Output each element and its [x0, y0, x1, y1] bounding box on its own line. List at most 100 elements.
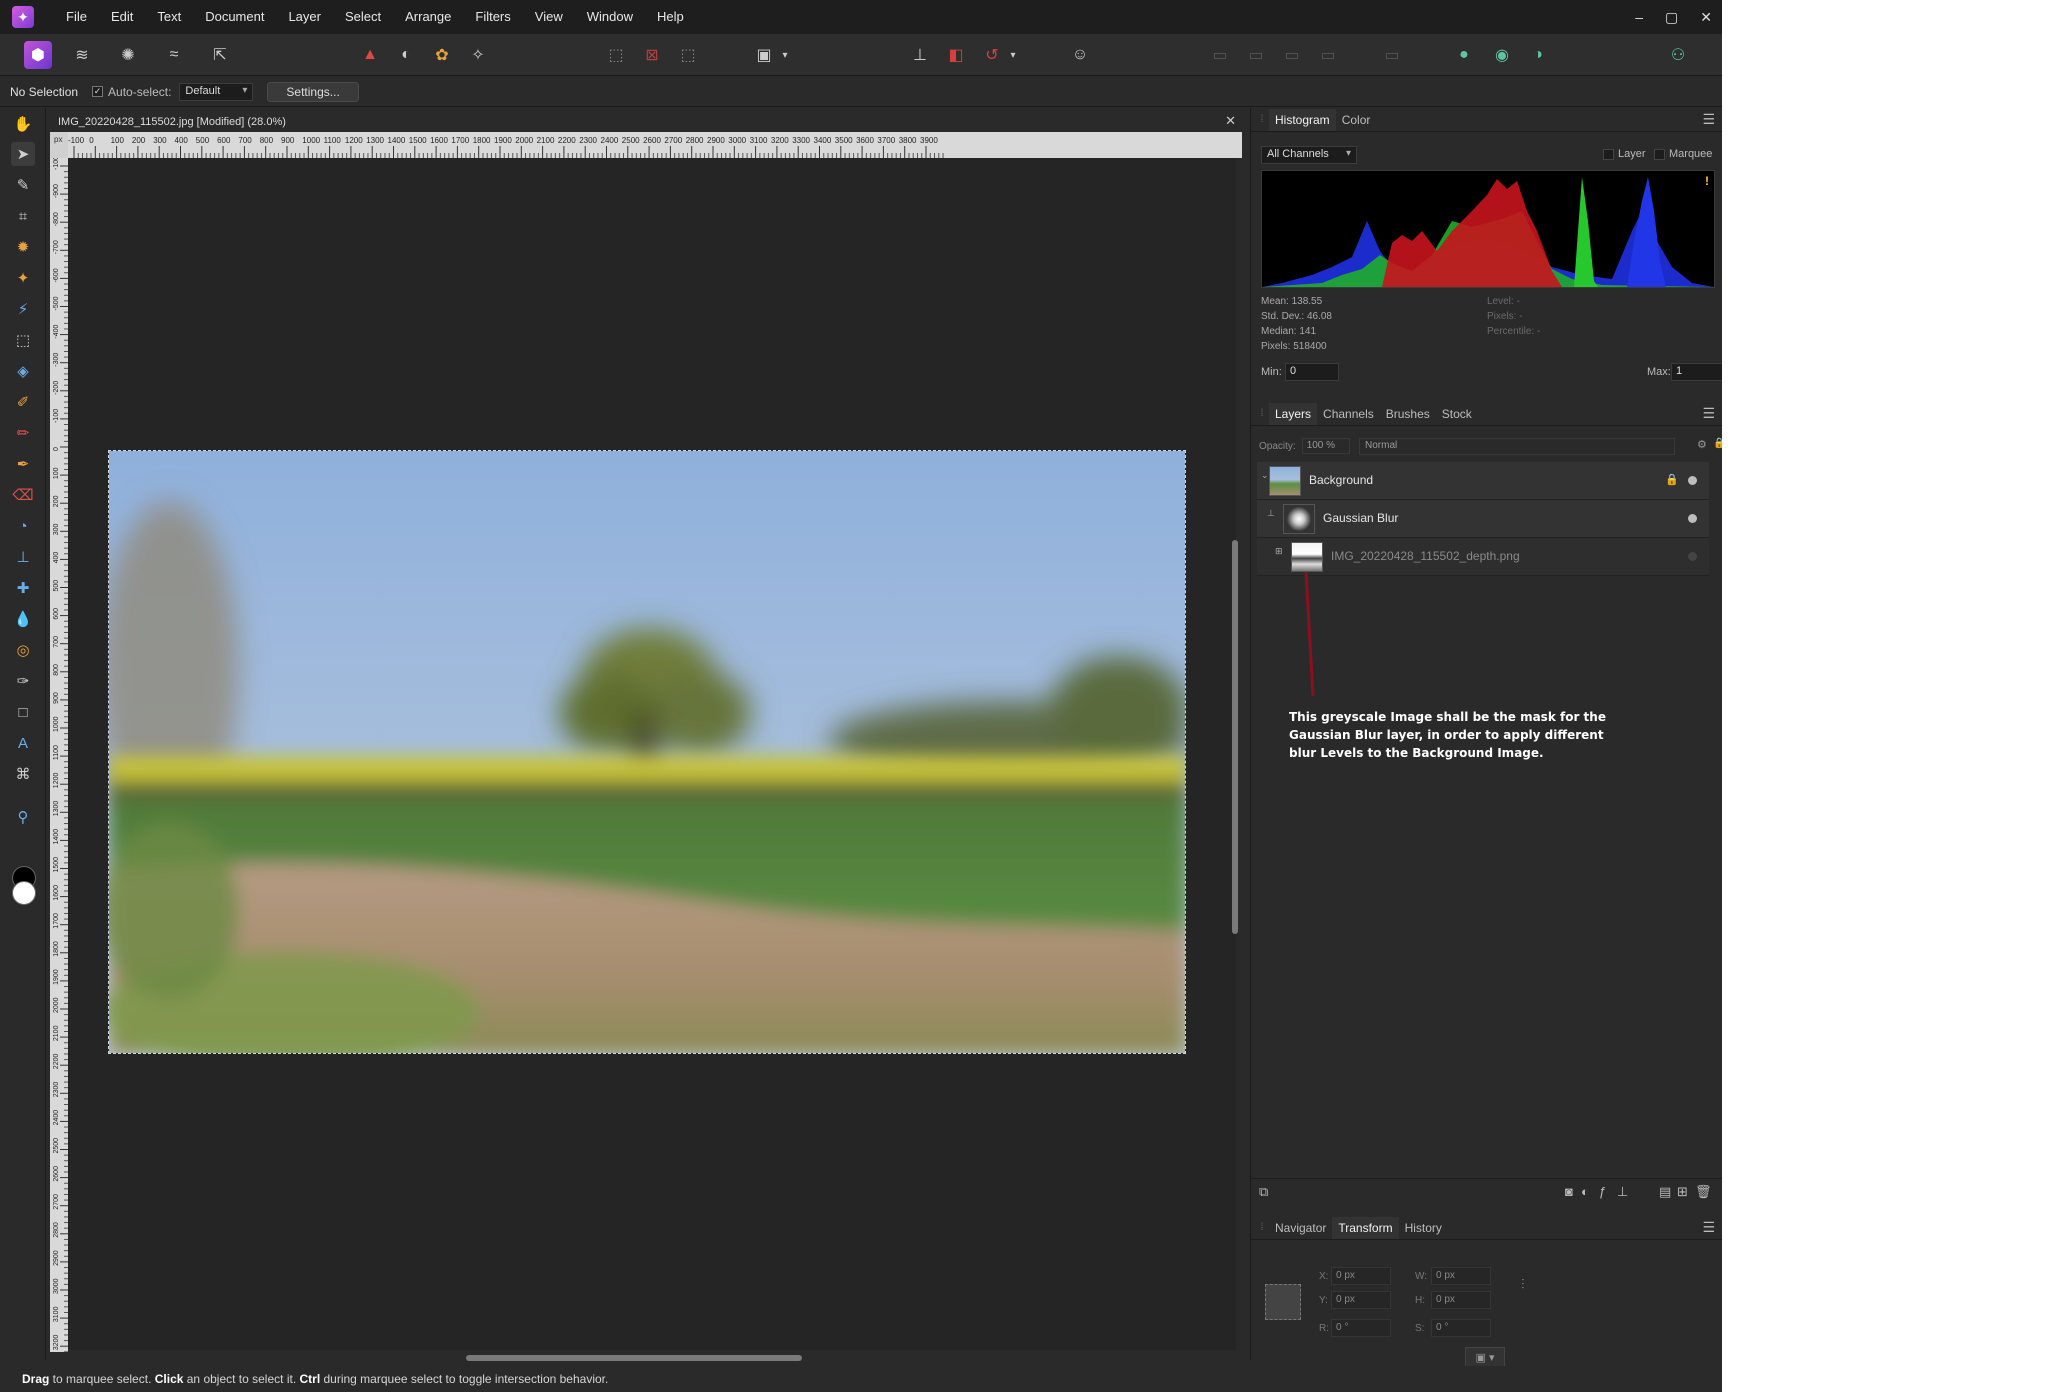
menu-filters[interactable]: Filters: [463, 0, 522, 34]
tab-brushes[interactable]: Brushes: [1380, 403, 1436, 425]
tab-layers[interactable]: Layers: [1269, 402, 1318, 425]
close-icon[interactable]: ✕: [1225, 113, 1236, 129]
boolean-add-icon[interactable]: ●: [1450, 41, 1478, 69]
tab-histogram[interactable]: Histogram: [1269, 108, 1336, 131]
rectangle-tool-icon[interactable]: □: [11, 700, 35, 724]
liquify-persona-icon[interactable]: ≋: [68, 41, 96, 69]
dodge-tool-icon[interactable]: ◔: [11, 514, 35, 538]
panel-menu-icon[interactable]: ☰: [1702, 405, 1715, 422]
menu-view[interactable]: View: [523, 0, 575, 34]
close-window-button[interactable]: ✕: [1700, 9, 1712, 26]
lock-icon[interactable]: 🔒: [1713, 438, 1722, 449]
blur-tool-icon[interactable]: 💧: [11, 607, 35, 631]
layer-options-icon[interactable]: ⧉: [1259, 1184, 1268, 1200]
flood-fill-tool-icon[interactable]: ◈: [11, 359, 35, 383]
menu-edit[interactable]: Edit: [99, 0, 145, 34]
histogram-channel-select[interactable]: All Channels ▾: [1261, 146, 1357, 164]
rotation-input[interactable]: 0 °: [1331, 1319, 1391, 1337]
boolean-intersect-icon[interactable]: ◑: [1524, 41, 1552, 69]
minimize-button[interactable]: –: [1635, 9, 1643, 25]
erase-tool-icon[interactable]: ⌫: [11, 483, 35, 507]
clone-tool-icon[interactable]: ⊥: [11, 545, 35, 569]
menu-arrange[interactable]: Arrange: [393, 0, 463, 34]
tab-transform[interactable]: Transform: [1332, 1216, 1399, 1239]
layer-row[interactable]: ⌄ Background 🔒: [1257, 462, 1709, 500]
shear-input[interactable]: 0 °: [1431, 1319, 1491, 1337]
tab-history[interactable]: History: [1399, 1217, 1448, 1239]
visibility-dot-icon[interactable]: [1688, 514, 1697, 523]
document-tab[interactable]: IMG_20220428_115502.jpg [Modified] (28.0…: [50, 112, 1242, 132]
color-wheel-icon[interactable]: ✿: [428, 41, 456, 69]
text-tool-icon[interactable]: A: [11, 731, 35, 755]
canvas[interactable]: [68, 158, 1236, 1350]
deselect-icon[interactable]: ⊠: [638, 41, 666, 69]
histogram-layer-option[interactable]: Layer: [1603, 148, 1646, 160]
min-input[interactable]: 0: [1285, 363, 1339, 381]
secondary-color-swatch[interactable]: [12, 881, 36, 905]
autoselect-checkbox[interactable]: ✓: [92, 86, 104, 97]
color-picker-tool-icon[interactable]: ✎: [11, 173, 35, 197]
layer-row[interactable]: ⊥ Gaussian Blur: [1257, 500, 1709, 538]
visibility-dot-icon[interactable]: [1688, 552, 1697, 561]
live-filter-icon[interactable]: ⊥: [1617, 1184, 1628, 1200]
expand-icon[interactable]: ⌄: [1261, 470, 1269, 481]
histogram-marquee-option[interactable]: Marquee: [1654, 148, 1712, 160]
grip-icon[interactable]: ⁞: [1255, 1222, 1269, 1233]
trash-icon[interactable]: 🗑: [1695, 1184, 1712, 1200]
panel-menu-icon[interactable]: ☰: [1702, 111, 1715, 128]
menu-help[interactable]: Help: [645, 0, 696, 34]
zoom-tool-icon[interactable]: ⚲: [11, 805, 35, 829]
menu-layer[interactable]: Layer: [276, 0, 333, 34]
rotate-icon[interactable]: ↺: [978, 41, 1006, 69]
gear-icon[interactable]: ⚙: [1697, 438, 1707, 451]
menu-file[interactable]: File: [54, 0, 99, 34]
selection-brush-tool-icon[interactable]: ✹: [11, 235, 35, 259]
marquee-tool-icon[interactable]: ⬚: [11, 328, 35, 352]
grip-icon[interactable]: ⁞: [1255, 114, 1269, 125]
x-input[interactable]: 0 px: [1331, 1267, 1391, 1285]
group-layers-icon[interactable]: ▤: [1659, 1184, 1671, 1200]
anchor-point-icon[interactable]: [1265, 1284, 1301, 1320]
mesh-warp-tool-icon[interactable]: ⌘: [11, 762, 35, 786]
align-icon[interactable]: ⊥: [906, 41, 934, 69]
boolean-subtract-icon[interactable]: ◉: [1488, 41, 1516, 69]
horizontal-ruler[interactable]: -100 0 100 200 300 400 500 600 700 800 900 1000 1100…: [50, 132, 1242, 158]
pixel-tool-icon[interactable]: ✐: [11, 390, 35, 414]
tab-navigator[interactable]: Navigator: [1269, 1217, 1332, 1239]
tab-color[interactable]: Color: [1336, 109, 1377, 131]
y-input[interactable]: 0 px: [1331, 1291, 1391, 1309]
mixer-brush-tool-icon[interactable]: ✒: [11, 452, 35, 476]
menu-document[interactable]: Document: [193, 0, 276, 34]
panel-menu-icon[interactable]: ☰: [1702, 1219, 1715, 1236]
width-input[interactable]: 0 px: [1431, 1267, 1491, 1285]
chevron-down-icon[interactable]: ▾: [778, 41, 792, 69]
hand-tool-icon[interactable]: ✋: [11, 112, 35, 136]
autoselect-mode-select[interactable]: Default ▾: [179, 82, 254, 101]
paint-brush-tool-icon[interactable]: ✏: [11, 421, 35, 445]
mirror-icon[interactable]: ◧: [942, 41, 970, 69]
opacity-input[interactable]: 100 %: [1301, 438, 1350, 454]
tone-mapping-persona-icon[interactable]: ≈: [160, 41, 188, 69]
red-eye-tool-icon[interactable]: ◎: [11, 638, 35, 662]
levels-icon[interactable]: ▲: [356, 41, 384, 69]
invert-selection-icon[interactable]: ⬚: [674, 41, 702, 69]
mask-layer-icon[interactable]: ◙: [1565, 1184, 1573, 1199]
add-pixel-layer-icon[interactable]: ⊞: [1677, 1184, 1688, 1200]
blend-mode-select[interactable]: Normal: [1359, 438, 1675, 455]
vertical-scrollbar-thumb[interactable]: [1232, 540, 1238, 934]
lock-icon[interactable]: 🔒: [1665, 473, 1679, 486]
select-all-icon[interactable]: ⬚: [602, 41, 630, 69]
pen-tool-icon[interactable]: ✑: [11, 669, 35, 693]
flood-select-tool-icon[interactable]: ✦: [11, 266, 35, 290]
height-input[interactable]: 0 px: [1431, 1291, 1491, 1309]
quick-mask-icon[interactable]: ▣: [750, 41, 778, 69]
link-aspect-icon[interactable]: ⫶: [1521, 1276, 1525, 1293]
menu-text[interactable]: Text: [145, 0, 193, 34]
grip-icon[interactable]: ⁞: [1255, 408, 1269, 419]
vertical-ruler[interactable]: -1000-900-800-700-600-500-400-300-200-10…: [50, 132, 68, 1352]
white-balance-icon[interactable]: ◐: [392, 41, 420, 69]
photo-persona-icon[interactable]: ⬢: [24, 41, 52, 69]
menu-window[interactable]: Window: [575, 0, 645, 34]
visibility-dot-icon[interactable]: [1688, 476, 1697, 485]
tab-channels[interactable]: Channels: [1317, 403, 1380, 425]
